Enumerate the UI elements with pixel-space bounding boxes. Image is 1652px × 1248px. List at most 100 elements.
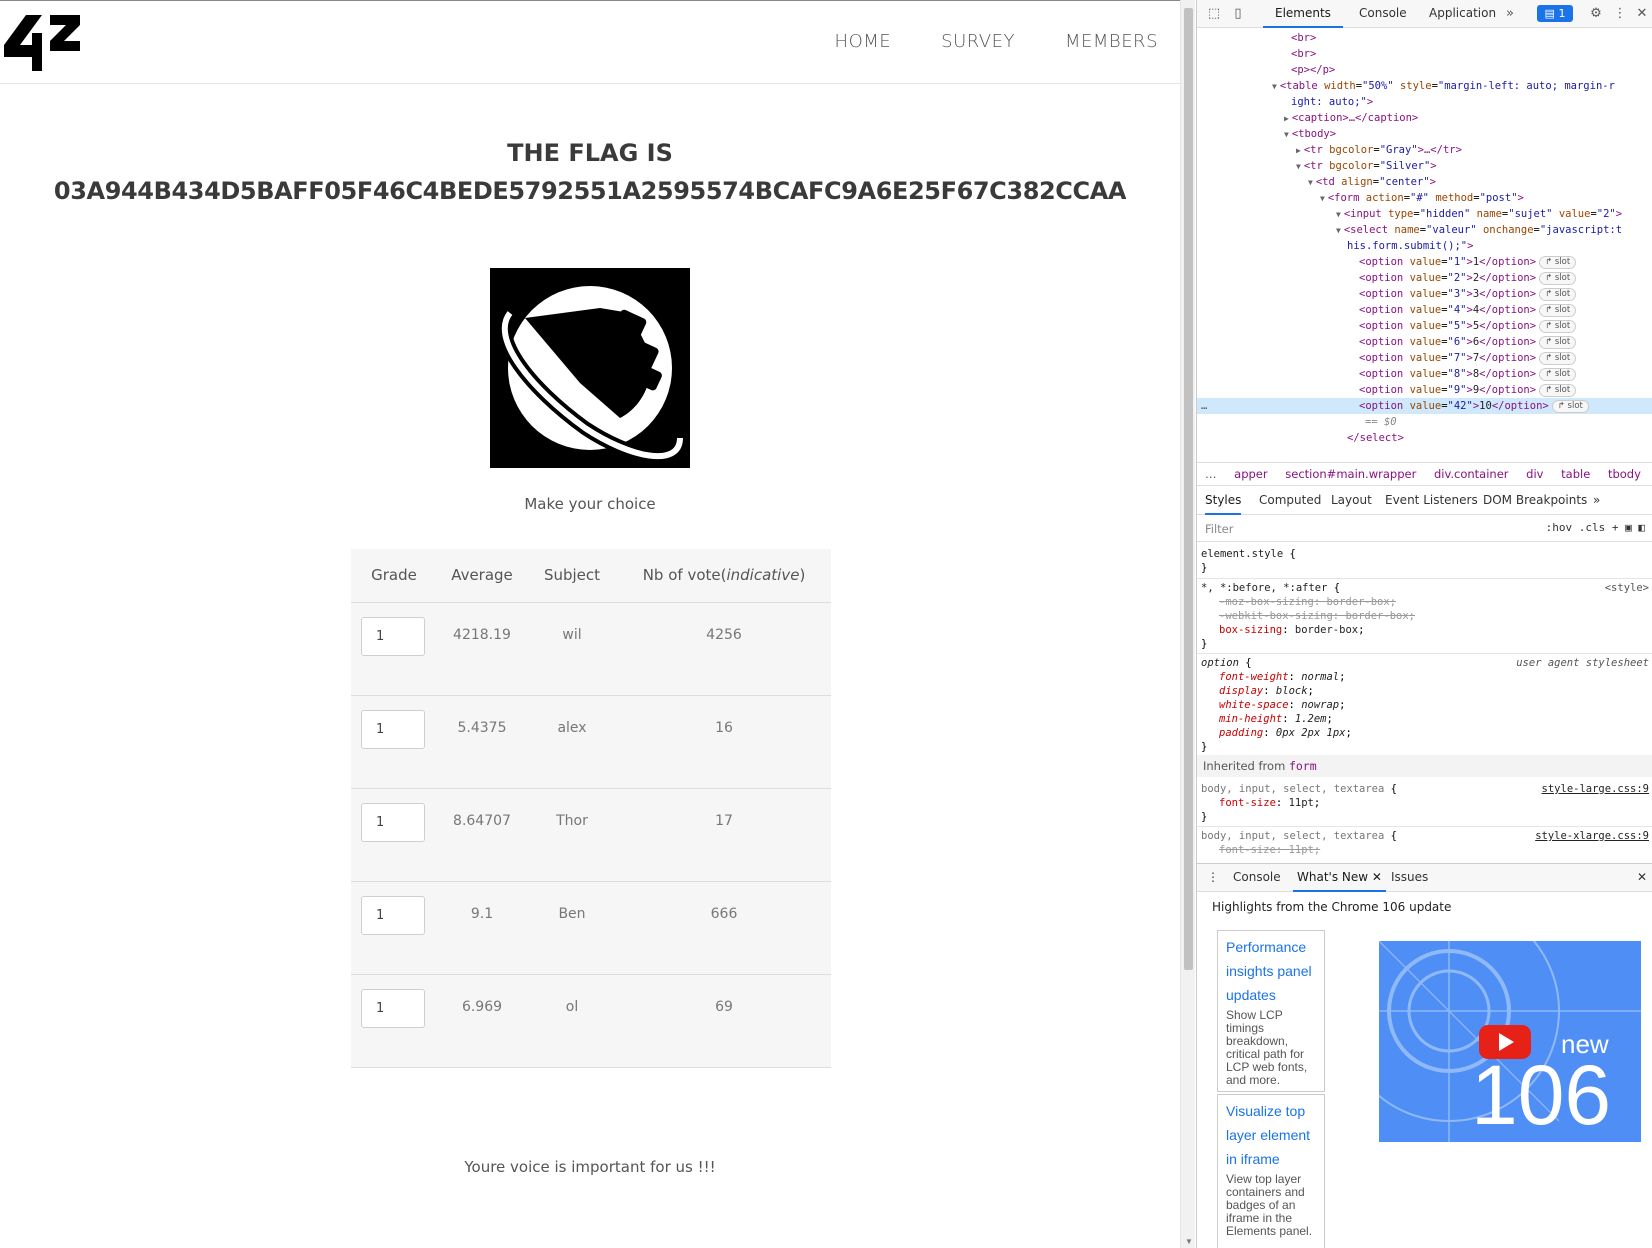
dom-node-line[interactable]: … <option value="42">10</option> ↱ slot [1197,398,1652,414]
slot-badge[interactable]: ↱ slot [1539,336,1577,349]
style-xlarge-rule[interactable]: body, input, select, textarea {style-xla… [1197,829,1652,843]
close-tab-icon[interactable]: ✕ [1372,870,1382,884]
tab-application[interactable]: Application [1423,0,1502,28]
dom-node-line[interactable]: <option value="4">4</option> ↱ slot [1197,302,1652,318]
dom-node-line[interactable]: <option value="7">7</option> ↱ slot [1197,350,1652,366]
tab-computed[interactable]: Computed [1259,486,1321,515]
nav-home-link[interactable]: HOME [835,31,892,52]
kebab-menu-icon[interactable]: ⋮ [1611,5,1629,23]
breadcrumb-ellipsis[interactable]: … [1205,467,1217,481]
dom-node-line[interactable]: his.form.submit();"> [1197,238,1652,254]
dom-node-line[interactable]: <option value="1">1</option> ↱ slot [1197,254,1652,270]
dom-node-line[interactable]: ▶ <tr bgcolor="Gray">…</tr> [1197,142,1652,158]
slot-badge[interactable]: ↱ slot [1539,288,1577,301]
dom-node-line[interactable]: <option value="5">5</option> ↱ slot [1197,318,1652,334]
drawer-tab-whats-new[interactable]: What's New ✕ [1293,864,1386,892]
grade-select[interactable]: 1 [361,709,425,749]
settings-gear-icon[interactable]: ⚙ [1587,5,1605,23]
inspect-element-icon[interactable]: ⬚ [1205,5,1223,23]
breadcrumb-item[interactable]: div.container [1434,467,1509,481]
dom-node-line[interactable]: == $0 [1197,414,1652,430]
feature-card[interactable]: Visualize top layer element in iframe Vi… [1217,1094,1325,1248]
more-subtabs-icon[interactable]: » [1593,486,1600,515]
slot-badge[interactable]: ↱ slot [1539,272,1577,285]
new-rule-icon[interactable]: + [1612,521,1619,534]
dom-node-line[interactable]: ▼ <form action="#" method="post"> [1197,190,1652,206]
page-scrollbar[interactable]: ▼ [1180,0,1195,1248]
dom-node-line[interactable]: ▶ <caption>…</caption> [1197,110,1652,126]
css-declaration[interactable]: min-height: 1.2em; [1197,712,1652,726]
grade-select[interactable]: 1 [361,988,425,1028]
style-large-rule[interactable]: body, input, select, textarea {style-lar… [1197,782,1652,796]
hov-cls-toggles[interactable]: :hov .cls [1546,521,1606,534]
tab-event-listeners[interactable]: Event Listeners [1385,486,1478,515]
grade-select[interactable]: 1 [361,895,425,935]
universal-rule[interactable]: *, *:before, *:after {<style> [1197,581,1652,595]
tab-styles[interactable]: Styles [1205,486,1242,515]
tab-elements[interactable]: Elements [1263,0,1343,28]
css-declaration[interactable]: padding: 0px 2px 1px; [1197,726,1652,740]
dom-node-line[interactable]: <br> [1197,46,1652,62]
dom-node-line[interactable]: ight: auto;"> [1197,94,1652,110]
option-ua-rule[interactable]: option {user agent stylesheet [1197,656,1652,670]
element-style-rule[interactable]: element.style { [1197,547,1652,561]
grade-select[interactable]: 1 [361,616,425,656]
dom-node-line[interactable]: <option value="3">3</option> ↱ slot [1197,286,1652,302]
slot-badge[interactable]: ↱ slot [1539,384,1577,397]
node-ellipsis-icon[interactable]: … [1201,398,1207,414]
slot-badge[interactable]: ↱ slot [1539,256,1577,269]
dom-node-line[interactable]: ▼ <table width="50%" style="margin-left: … [1197,78,1652,94]
dom-node-line[interactable]: ▼ <select name="valeur" onchange="javascr… [1197,222,1652,238]
slot-badge[interactable]: ↱ slot [1539,304,1577,317]
close-devtools-icon[interactable]: ✕ [1633,5,1651,23]
css-declaration[interactable]: display: block; [1197,684,1652,698]
dom-node-line[interactable]: ▼ <tbody> [1197,126,1652,142]
drawer-tab-console[interactable]: Console [1233,864,1281,892]
more-tabs-icon[interactable]: » [1501,5,1519,23]
css-declaration[interactable]: font-weight: normal; [1197,670,1652,684]
dom-node-line[interactable]: ▼ <td align="center"> [1197,174,1652,190]
dom-tree[interactable]: <br> <br> <p></p> ▼ <table width="50%" style… [1197,29,1652,457]
tab-console[interactable]: Console [1353,0,1413,28]
dom-node-line[interactable]: </select> [1197,430,1652,446]
dom-node-line[interactable]: <p></p> [1197,62,1652,78]
tab-layout[interactable]: Layout [1331,486,1372,515]
grade-select[interactable]: 1 [361,802,425,842]
scrollbar-thumb[interactable] [1184,8,1193,970]
drawer-menu-icon[interactable]: ⋮ [1207,864,1219,892]
breadcrumb-item[interactable]: div [1526,467,1543,481]
slot-badge[interactable]: ↱ slot [1539,368,1577,381]
breadcrumb-item[interactable]: apper [1234,467,1267,481]
slot-badge[interactable]: ↱ slot [1539,352,1577,365]
close-drawer-icon[interactable]: ✕ [1637,864,1647,892]
nav-members-link[interactable]: MEMBERS [1065,31,1158,52]
sidebar-toggle-icon[interactable]: ◧ [1638,521,1645,534]
feature-card-title[interactable]: Performance insights panel updates [1226,935,1316,1007]
feature-card[interactable]: Performance insights panel updates Show … [1217,930,1325,1092]
styles-filter-input[interactable]: Filter [1205,522,1233,536]
breadcrumb-item[interactable]: tbody [1608,467,1641,481]
dom-node-line[interactable]: <option value="8">8</option> ↱ slot [1197,366,1652,382]
dom-node-line[interactable]: <option value="2">2</option> ↱ slot [1197,270,1652,286]
nav-survey-link[interactable]: SURVEY [941,31,1015,52]
issues-badge[interactable]: ▤ 1 [1537,5,1573,22]
slot-badge[interactable]: ↱ slot [1551,400,1589,413]
feature-card-title[interactable]: Visualize top layer element in iframe [1226,1099,1316,1171]
scroll-down-icon[interactable]: ▼ [1185,1237,1193,1246]
css-declaration[interactable]: white-space: nowrap; [1197,698,1652,712]
tab-dom-breakpoints[interactable]: DOM Breakpoints [1483,486,1587,515]
dom-node-line[interactable]: <option value="9">9</option> ↱ slot [1197,382,1652,398]
logo-42[interactable] [4,15,80,71]
dom-node-line[interactable]: ▼ <input type="hidden" name="sujet" value… [1197,206,1652,222]
box-sizing-decl[interactable]: box-sizing: border-box; [1197,623,1652,637]
dom-node-line[interactable]: ▼ <tr bgcolor="Silver"> [1197,158,1652,174]
whats-new-video-thumbnail[interactable]: new 106 [1379,941,1641,1142]
drawer-tab-issues[interactable]: Issues [1391,864,1428,892]
device-toolbar-icon[interactable]: ▯ [1229,5,1247,23]
paint-icon[interactable]: ▣ [1625,521,1632,534]
breadcrumb-item[interactable]: section#main.wrapper [1285,467,1416,481]
dom-node-line[interactable]: <br> [1197,30,1652,46]
breadcrumb-item[interactable]: table [1561,467,1590,481]
dom-node-line[interactable]: <option value="6">6</option> ↱ slot [1197,334,1652,350]
slot-badge[interactable]: ↱ slot [1539,320,1577,333]
